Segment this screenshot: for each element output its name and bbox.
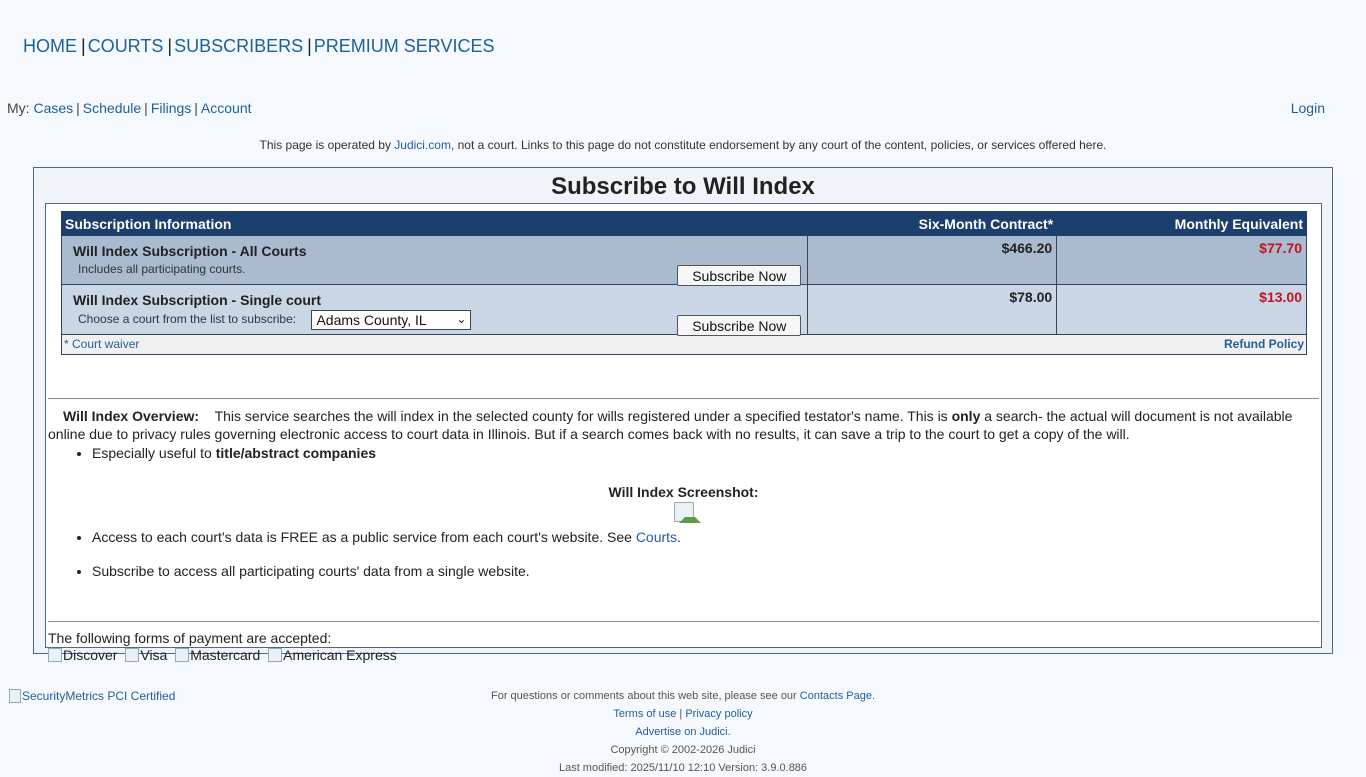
footer-separator: | — [679, 708, 683, 720]
overview-bullets: Especially useful to title/abstract comp… — [78, 445, 376, 461]
monthly-cell: $13.00 — [1056, 284, 1307, 335]
table-row: Will Index Subscription - All Courts Inc… — [60, 235, 1307, 286]
amex-alt: American Express — [283, 647, 397, 663]
disclaimer-after: , not a court. Links to this page do not… — [450, 138, 1107, 152]
my-separator: | — [144, 100, 148, 116]
broken-image-icon — [125, 648, 140, 662]
footer-last-modified: Last modified: 2025/11/10 12:10 Version:… — [558, 762, 808, 774]
questions-after: . — [871, 690, 875, 702]
header-subscription-info: Subscription Information — [60, 211, 809, 236]
my-account-link[interactable]: Account — [201, 100, 252, 116]
discover-alt: Discover — [63, 647, 118, 663]
broken-image-icon — [175, 648, 190, 662]
my-schedule-link[interactable]: Schedule — [83, 100, 141, 116]
discover-card: Discover — [48, 647, 117, 663]
plan-name: Will Index Subscription - All Courts — [73, 243, 307, 259]
visa-alt: Visa — [140, 647, 168, 663]
footer-questions: For questions or comments about this web… — [0, 687, 1366, 705]
login-link[interactable]: Login — [1291, 100, 1325, 116]
payment-label: The following forms of payment are accep… — [48, 630, 332, 646]
header-monthly: Monthly Equivalent — [1056, 211, 1307, 236]
list-item: Access to each court's data is FREE as a… — [92, 529, 681, 545]
amex-card: American Express — [268, 647, 397, 663]
court-select-value: Adams County, IL — [316, 312, 427, 328]
six-month-cell: $466.20 — [807, 235, 1058, 285]
overview-title: Will Index Overview: — [63, 408, 200, 424]
bullet-text-after: . — [677, 529, 681, 545]
list-item: Subscribe to access all participating co… — [92, 563, 530, 579]
footer-copyright: Copyright © 2002-2026 Judici — [610, 744, 756, 756]
subscription-table: Subscription Information Six-Month Contr… — [60, 211, 1307, 355]
judici-link[interactable]: Judici.com — [394, 138, 451, 152]
bullet-text: Especially useful to — [92, 445, 216, 461]
screenshot-image-icon — [674, 502, 701, 523]
subscribe-single-court-button[interactable]: Subscribe Now — [677, 315, 802, 336]
table-header-row: Subscription Information Six-Month Contr… — [60, 211, 1307, 236]
plan-cell: Will Index Subscription - All Courts Inc… — [60, 235, 809, 286]
my-separator: | — [76, 100, 80, 116]
payment-cards: Discover Visa Mastercard American Expres… — [48, 647, 401, 665]
subscribe-all-courts-button[interactable]: Subscribe Now — [677, 265, 802, 286]
nav-courts[interactable]: COURTS — [88, 36, 164, 56]
nav-separator: | — [167, 36, 173, 56]
will-index-overview: Will Index Overview: This service search… — [48, 407, 1316, 443]
disclaimer-before: This page is operated by — [259, 138, 395, 152]
nav-home[interactable]: HOME — [23, 36, 77, 56]
nav-separator: | — [307, 36, 312, 56]
screenshot-label: Will Index Screenshot: — [608, 484, 759, 500]
bullet-text: Access to each court's data is FREE as a… — [92, 529, 636, 545]
monthly-price: $13.00 — [1259, 289, 1302, 305]
page-title: Subscribe to Will Index — [551, 173, 815, 200]
footer-policy-links: Terms of use | Privacy policy — [0, 705, 1366, 723]
nav-premium-services[interactable]: PREMIUM SERVICES — [314, 36, 495, 56]
contacts-page-link[interactable]: Contacts Page — [800, 690, 872, 702]
divider — [48, 621, 1319, 622]
court-waiver-link[interactable]: * Court waiver — [64, 337, 139, 351]
operator-disclaimer: This page is operated by Judici.com, not… — [0, 138, 1366, 152]
broken-image-icon — [48, 648, 62, 662]
refund-policy-link[interactable]: Refund Policy — [1224, 337, 1304, 351]
my-cases-link[interactable]: Cases — [33, 100, 73, 116]
my-links-bar: My: Cases | Schedule | Filings | Account — [7, 100, 252, 116]
plan-cell: Will Index Subscription - Single court C… — [60, 284, 809, 336]
overview-text-before: This service searches the will index in … — [214, 408, 952, 424]
court-select[interactable]: Adams County, IL ⌄ — [311, 310, 472, 330]
my-prefix: My: — [7, 100, 30, 116]
choose-court-label: Choose a court from the list to subscrib… — [78, 312, 297, 327]
terms-of-use-link[interactable]: Terms of use — [613, 708, 676, 720]
bullet-bold: title/abstract companies — [215, 445, 377, 461]
six-month-cell: $78.00 — [807, 284, 1058, 335]
courts-link[interactable]: Courts — [636, 529, 677, 545]
nav-subscribers[interactable]: SUBSCRIBERS — [174, 36, 303, 56]
page-footer: For questions or comments about this web… — [0, 687, 1366, 777]
overview-text-bold: only — [951, 408, 981, 424]
mastercard-alt: Mastercard — [190, 647, 261, 663]
divider — [48, 398, 1319, 399]
advertise-link[interactable]: Advertise on Judici — [635, 726, 727, 738]
visa-card: Visa — [125, 647, 167, 663]
questions-text: For questions or comments about this web… — [491, 690, 800, 702]
table-row: Will Index Subscription - Single court C… — [60, 284, 1307, 336]
mastercard-card: Mastercard — [175, 647, 260, 663]
privacy-policy-link[interactable]: Privacy policy — [685, 708, 752, 720]
top-nav: HOME | COURTS | SUBSCRIBERS | PREMIUM SERVICES — [23, 36, 495, 57]
my-filings-link[interactable]: Filings — [151, 100, 191, 116]
info-bullets: Subscribe to access all participating co… — [78, 563, 530, 579]
plan-name: Will Index Subscription - Single court — [73, 292, 322, 308]
list-item: Especially useful to title/abstract comp… — [92, 445, 376, 461]
subscribe-content: Subscription Information Six-Month Contr… — [45, 203, 1322, 663]
nav-separator: | — [81, 36, 86, 56]
broken-image-icon — [268, 648, 283, 662]
subscribe-panel: Subscribe to Will Index Subscription Inf… — [33, 167, 1333, 663]
header-six-month: Six-Month Contract* — [807, 211, 1058, 236]
six-month-price: $466.20 — [1001, 240, 1053, 256]
advertise-after: . — [727, 726, 731, 738]
monthly-cell: $77.70 — [1056, 235, 1307, 285]
info-bullets: Access to each court's data is FREE as a… — [78, 529, 681, 545]
footer-advertise: Advertise on Judici. — [0, 723, 1366, 741]
my-separator: | — [194, 100, 198, 116]
six-month-price: $78.00 — [1009, 289, 1053, 305]
monthly-price: $77.70 — [1259, 240, 1302, 256]
chevron-down-icon: ⌄ — [456, 312, 467, 326]
